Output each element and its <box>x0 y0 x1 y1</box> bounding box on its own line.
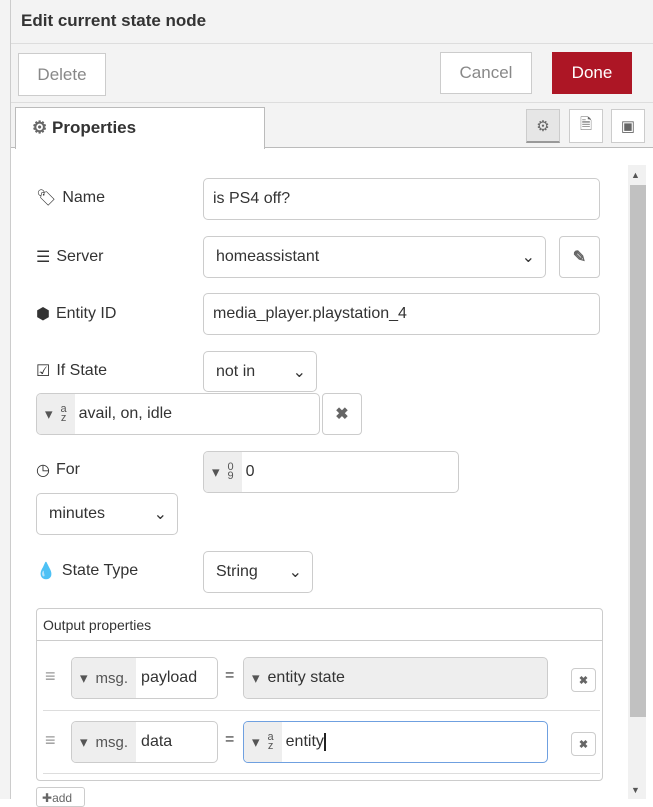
tint-icon: 💧 <box>36 563 56 580</box>
output-property-value: data <box>141 733 173 750</box>
server-label-text: Server <box>56 248 104 265</box>
clear-if-state-button[interactable]: ✖ <box>322 393 362 435</box>
server-icon: ☰ <box>36 249 51 266</box>
output-value: entity state <box>267 669 345 686</box>
caret-down-icon: ▾ <box>80 670 88 687</box>
chevron-down-icon: ⌄ <box>288 564 302 581</box>
clock-icon: ◷ <box>36 462 50 479</box>
document-icon: 🗎 <box>579 115 593 133</box>
gear-icon: ⚙ <box>32 118 48 137</box>
for-label-text: For <box>55 461 80 478</box>
dialog-title: Edit current state node <box>11 0 653 44</box>
chevron-down-icon: ⌄ <box>521 249 535 266</box>
msg-prefix: msg. <box>95 669 129 687</box>
description-tab-button[interactable]: 🗎 <box>569 109 603 143</box>
chevron-down-icon: ⌄ <box>292 363 306 381</box>
type-selector[interactable]: ▾ msg. <box>72 658 137 698</box>
for-value: 0 <box>245 463 255 480</box>
tag-icon: 🏷 <box>36 190 57 207</box>
close-icon: ✖ <box>578 674 589 687</box>
if-state-value-input[interactable]: ▾ a z avail, on, idle <box>36 393 320 435</box>
frame-icon: ▣ <box>620 118 636 135</box>
close-icon: ✖ <box>335 406 349 423</box>
scrollbar-thumb[interactable] <box>630 185 646 717</box>
scroll-down-icon[interactable]: ▼ <box>631 785 640 795</box>
pencil-icon: ✎ <box>572 249 587 266</box>
if-state-operator-select[interactable]: not in ⌄ <box>203 351 317 392</box>
state-type-label-text: State Type <box>61 562 139 579</box>
settings-tab-button[interactable]: ⚙ <box>526 109 560 143</box>
drag-handle-icon[interactable]: ≡ <box>45 666 56 687</box>
if-state-operator-value: not in <box>216 362 256 380</box>
close-icon: ✖ <box>578 738 589 751</box>
string-type-icon: az <box>60 403 67 424</box>
type-selector[interactable]: ▾ entity state <box>244 658 353 698</box>
output-properties-label: Output properties <box>37 609 602 641</box>
remove-output-button[interactable]: ✖ <box>571 732 596 756</box>
msg-prefix: msg. <box>95 733 129 751</box>
for-units-value: minutes <box>49 505 106 522</box>
output-value-input[interactable]: ▾ a z entity <box>243 721 548 763</box>
entity-label: ⬢ Entity ID <box>36 304 116 324</box>
output-value-select[interactable]: ▾ entity state <box>243 657 548 699</box>
output-property-value: payload <box>141 669 198 686</box>
state-type-select[interactable]: String ⌄ <box>203 551 313 593</box>
state-type-label: 💧 State Type <box>36 561 138 581</box>
type-selector[interactable]: ▾ 0 9 <box>204 452 242 492</box>
output-property-input[interactable]: ▾ msg. data <box>71 721 218 763</box>
equals-sign: = <box>225 667 235 684</box>
caret-down-icon: ▾ <box>252 670 260 687</box>
add-output-button[interactable]: ✚add <box>36 787 85 807</box>
caret-down-icon: ▾ <box>212 464 220 481</box>
server-select[interactable]: homeassistant ⌄ <box>203 236 546 278</box>
caret-down-icon: ▾ <box>252 734 260 751</box>
string-type-icon: az <box>267 731 274 752</box>
if-state-value: avail, on, idle <box>78 405 173 422</box>
appearance-tab-button[interactable]: ▣ <box>611 109 645 143</box>
done-button[interactable]: Done <box>552 52 632 94</box>
gear-icon: ⚙ <box>536 117 550 135</box>
caret-down-icon: ▾ <box>80 734 88 751</box>
row-divider <box>43 710 600 711</box>
for-units-select[interactable]: minutes ⌄ <box>36 493 178 535</box>
type-selector[interactable]: ▾ a z <box>37 394 75 434</box>
row-divider <box>43 773 600 774</box>
chevron-down-icon: ⌄ <box>153 506 167 523</box>
tab-properties[interactable]: ⚙ Properties <box>15 107 265 149</box>
name-input[interactable]: is PS4 off? <box>203 178 600 220</box>
caret-down-icon: ▾ <box>45 406 53 423</box>
output-property-input[interactable]: ▾ msg. payload <box>71 657 218 699</box>
delete-button[interactable]: Delete <box>18 53 106 96</box>
tab-label: Properties <box>51 118 137 137</box>
checkbox-icon: ☑ <box>36 363 51 380</box>
name-label: 🏷 Name <box>36 188 105 208</box>
scroll-up-icon[interactable]: ▲ <box>631 170 640 180</box>
entity-id-input[interactable]: media_player.playstation_4 <box>203 293 600 335</box>
cancel-button[interactable]: Cancel <box>440 52 532 94</box>
left-edge <box>0 0 11 799</box>
if-state-label: ☑ If State <box>36 361 107 381</box>
edit-server-button[interactable]: ✎ <box>559 236 600 278</box>
state-type-value: String <box>216 563 258 580</box>
for-value-input[interactable]: ▾ 0 9 0 <box>203 451 459 493</box>
if-state-label-text: If State <box>56 362 108 379</box>
type-selector[interactable]: ▾ a z <box>244 722 282 762</box>
for-label: ◷ For <box>36 460 80 480</box>
server-label: ☰ Server <box>36 247 103 267</box>
drag-handle-icon[interactable]: ≡ <box>45 730 56 751</box>
entity-label-text: Entity ID <box>55 305 117 322</box>
plus-icon: ✚ <box>42 791 53 805</box>
remove-output-button[interactable]: ✖ <box>571 668 596 692</box>
type-selector[interactable]: ▾ msg. <box>72 722 137 762</box>
output-value: entity <box>282 733 326 751</box>
add-label: add <box>52 791 73 805</box>
server-value: homeassistant <box>216 248 320 265</box>
name-label-text: Name <box>62 189 105 206</box>
cube-icon: ⬢ <box>36 306 50 323</box>
equals-sign: = <box>225 731 235 748</box>
number-type-icon: 09 <box>227 461 234 482</box>
